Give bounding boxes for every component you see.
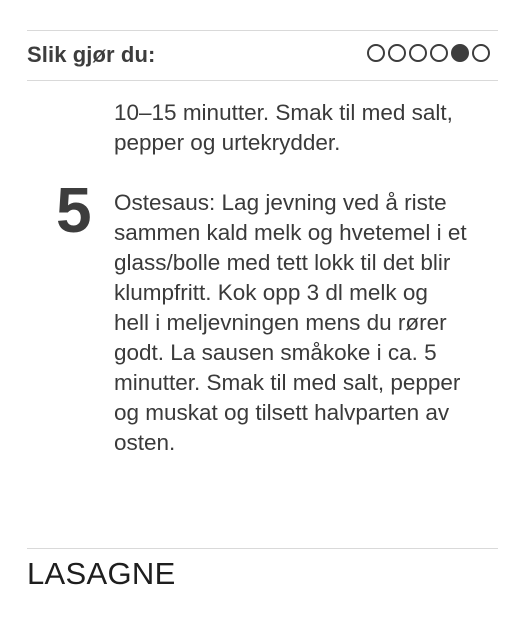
instructions-header: Slik gjør du: bbox=[27, 41, 498, 71]
pager-dot[interactable] bbox=[388, 44, 406, 62]
section-title: Slik gjør du: bbox=[27, 42, 156, 67]
previous-step-text: 10–15 minutter. Smak til med salt, peppe… bbox=[114, 100, 453, 155]
pager-dot[interactable] bbox=[430, 44, 448, 62]
header-divider bbox=[27, 80, 498, 81]
top-divider bbox=[27, 30, 498, 31]
current-step-text: Ostesaus: Lag jevning ved å riste sammen… bbox=[114, 190, 467, 455]
pager-dot[interactable] bbox=[367, 44, 385, 62]
pager-dot-active[interactable] bbox=[451, 44, 469, 62]
step-number: 5 bbox=[56, 174, 92, 246]
section-divider bbox=[27, 548, 498, 549]
pager-dot[interactable] bbox=[472, 44, 490, 62]
step-pager bbox=[367, 44, 490, 62]
next-section-title: LASAGNE bbox=[27, 556, 176, 591]
pager-dot[interactable] bbox=[409, 44, 427, 62]
